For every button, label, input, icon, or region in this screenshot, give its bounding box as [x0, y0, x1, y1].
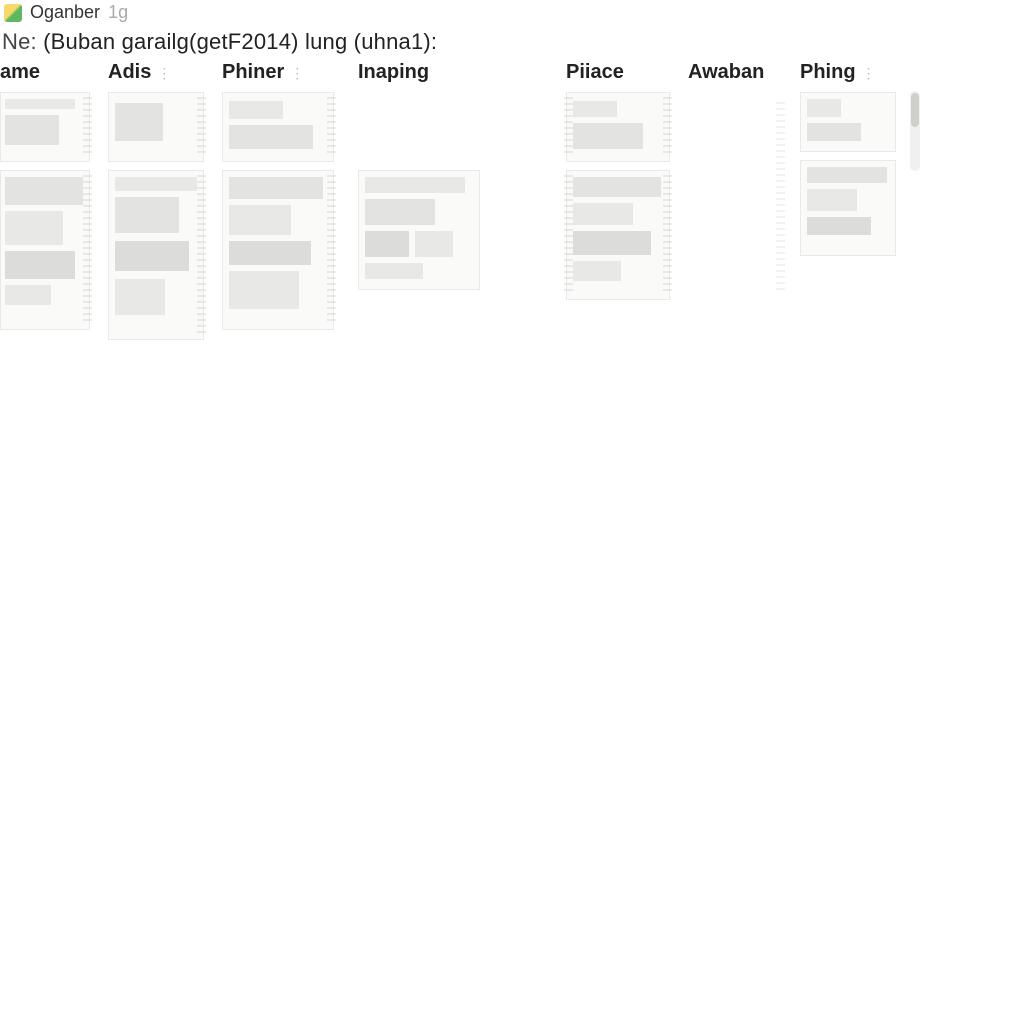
expression-line: Ne: (Buban garailg(getF2014) lung (uhna1… [0, 23, 1024, 59]
column-label: Piiace [566, 61, 624, 84]
column-ame: ame [0, 59, 92, 330]
column-header-piiace[interactable]: Piiace [566, 59, 676, 92]
column-header-phing[interactable]: Phing ⋮ [800, 59, 910, 92]
app-icon [4, 4, 22, 22]
thumbnail[interactable] [566, 92, 670, 162]
thumbnail[interactable] [0, 170, 90, 330]
thumbnail[interactable] [222, 92, 334, 162]
thumbnail[interactable] [800, 160, 896, 256]
scrollbar-thumb[interactable] [911, 93, 919, 127]
expression-prefix: Ne: [2, 29, 37, 54]
column-label: ame [0, 61, 40, 84]
column-label: Awaban [688, 61, 764, 84]
empty-slot [688, 92, 788, 302]
thumbnail[interactable] [566, 170, 670, 300]
column-adis: Adis ⋮ [108, 59, 208, 340]
thumbnail[interactable] [108, 92, 204, 162]
column-piiace: Piiace [566, 59, 676, 300]
column-awaban: Awaban [688, 59, 788, 302]
empty-slot [358, 92, 488, 170]
column-inaping: Inaping [358, 59, 488, 290]
column-header-awaban[interactable]: Awaban [688, 59, 788, 92]
sort-indicator-icon: ⋮ [290, 65, 304, 82]
thumbnail[interactable] [108, 170, 204, 340]
column-label: Inaping [358, 61, 429, 84]
titlebar: Oganber 1g [0, 0, 1024, 23]
expression-body: (Buban garailg(getF2014) lung (uhna1): [43, 29, 437, 54]
column-label: Phiner [222, 61, 284, 84]
sort-indicator-icon: ⋮ [157, 65, 171, 82]
app-sub: 1g [108, 2, 128, 23]
thumbnail[interactable] [358, 170, 480, 290]
column-label: Adis [108, 61, 151, 84]
thumbnail[interactable] [222, 170, 334, 330]
column-phing: Phing ⋮ [800, 59, 910, 256]
column-phiner: Phiner ⋮ [222, 59, 340, 330]
column-header-ame[interactable]: ame [0, 59, 92, 92]
app-name: Oganber [30, 2, 100, 23]
column-header-phiner[interactable]: Phiner ⋮ [222, 59, 340, 92]
column-label: Phing [800, 61, 856, 84]
column-header-adis[interactable]: Adis ⋮ [108, 59, 208, 92]
vertical-scrollbar[interactable] [910, 91, 920, 171]
thumbnail[interactable] [800, 92, 896, 152]
results-grid: ame Adis ⋮ [0, 59, 1024, 419]
sort-indicator-icon: ⋮ [862, 65, 876, 82]
column-header-inaping[interactable]: Inaping [358, 59, 488, 92]
thumbnail[interactable] [0, 92, 90, 162]
